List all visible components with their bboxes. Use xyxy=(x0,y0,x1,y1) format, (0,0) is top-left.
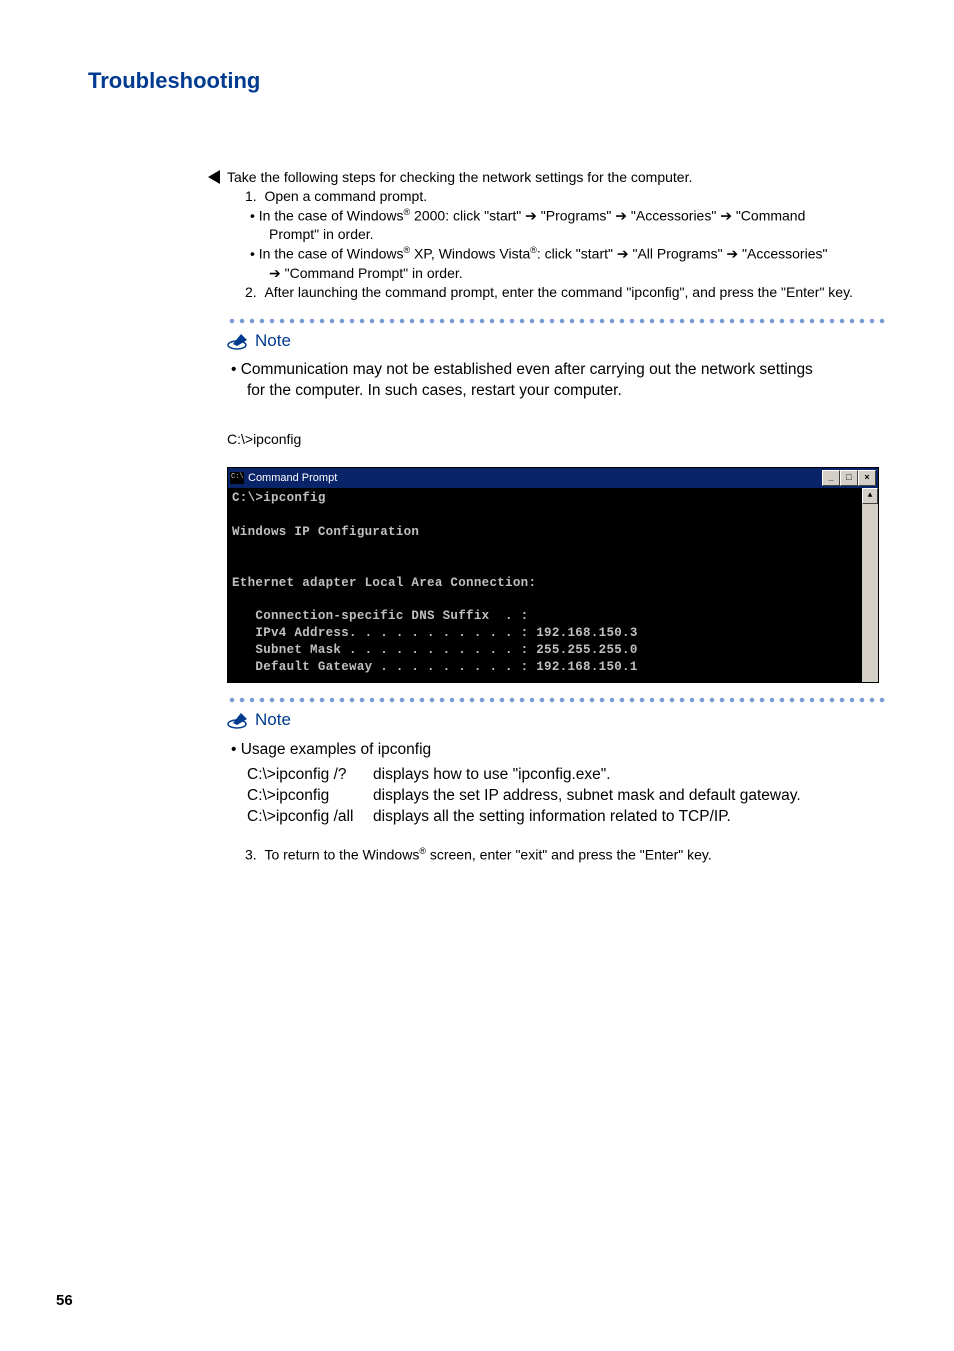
step-1-bullet-1: • In the case of Windows® 2000: click "s… xyxy=(259,206,887,226)
note-header-2: Note xyxy=(227,709,887,732)
intro-text: Take the following steps for checking th… xyxy=(227,168,887,187)
step-1-bullet-2: • In the case of Windows® XP, Windows Vi… xyxy=(259,244,887,264)
step-1-bullet-1-cont: Prompt" in order. xyxy=(269,225,887,244)
step-3-text-a: To return to the Windows xyxy=(264,847,419,863)
reg-mark: ® xyxy=(530,245,537,255)
page-title: Troubleshooting xyxy=(88,68,260,94)
cmd-title-text: Command Prompt xyxy=(248,471,822,486)
scroll-up-button[interactable]: ▲ xyxy=(862,488,878,504)
b2b: XP, Windows Vista xyxy=(410,246,530,262)
usage-cmd: C:\>ipconfig /? xyxy=(247,765,373,786)
step-3-text-b: screen, enter "exit" and press the "Ente… xyxy=(426,847,712,863)
divider xyxy=(227,318,887,324)
cmd-scrollbar[interactable]: ▲ xyxy=(862,488,878,682)
b1a: • In the case of Windows xyxy=(250,207,404,223)
close-button[interactable]: × xyxy=(858,470,876,486)
divider xyxy=(227,697,887,703)
usage-desc: displays how to use "ipconfig.exe". xyxy=(373,765,611,786)
cmd-example-label: C:\>ipconfig xyxy=(227,430,887,449)
note-1-body: • Communication may not be established e… xyxy=(231,360,887,402)
cmd-titlebar: Command Prompt _ □ × xyxy=(228,468,878,488)
note-header-1: Note xyxy=(227,330,887,353)
usage-row: C:\>ipconfig /? displays how to use "ipc… xyxy=(247,765,887,786)
step-2-text: After launching the command prompt, ente… xyxy=(264,284,852,300)
usage-row: C:\>ipconfig /all displays all the setti… xyxy=(247,807,887,828)
reg-mark: ® xyxy=(419,846,426,856)
step-1-text: Open a command prompt. xyxy=(264,188,427,204)
step-1-bullet-2-cont: ➔ "Command Prompt" in order. xyxy=(269,264,887,283)
step-3: 3. To return to the Windows® screen, ent… xyxy=(245,845,887,865)
page-number: 56 xyxy=(56,1292,73,1309)
usage-desc: displays all the setting information rel… xyxy=(373,807,731,828)
note-2-body: • Usage examples of ipconfig C:\>ipconfi… xyxy=(231,740,887,828)
step-1: 1. Open a command prompt. xyxy=(245,187,887,206)
b1b: 2000: click "start" ➔ "Programs" ➔ "Acce… xyxy=(410,207,805,223)
note-label: Note xyxy=(255,709,291,732)
step-1-num: 1. xyxy=(245,188,257,204)
usage-head: • Usage examples of ipconfig xyxy=(231,740,887,761)
step-3-num: 3. xyxy=(245,847,257,863)
b2a: • In the case of Windows xyxy=(250,246,404,262)
note-pencil-icon xyxy=(227,711,251,729)
step-2: 2. After launching the command prompt, e… xyxy=(245,283,887,302)
usage-row: C:\>ipconfig displays the set IP address… xyxy=(247,786,887,807)
maximize-button[interactable]: □ xyxy=(840,470,858,486)
usage-cmd: C:\>ipconfig xyxy=(247,786,373,807)
usage-cmd: C:\>ipconfig /all xyxy=(247,807,373,828)
command-prompt-window: Command Prompt _ □ × C:\>ipconfig Window… xyxy=(227,467,879,683)
note-1-line-2: for the computer. In such cases, restart… xyxy=(247,381,887,402)
note-pencil-icon xyxy=(227,332,251,350)
note-1-line-1: • Communication may not be established e… xyxy=(231,360,887,381)
minimize-button[interactable]: _ xyxy=(822,470,840,486)
b2c: : click "start" ➔ "All Programs" ➔ "Acce… xyxy=(537,246,828,262)
content-body: Take the following steps for checking th… xyxy=(227,168,887,865)
cmd-title-icon xyxy=(230,472,244,484)
step-2-num: 2. xyxy=(245,284,257,300)
note-label: Note xyxy=(255,330,291,353)
usage-desc: displays the set IP address, subnet mask… xyxy=(373,786,801,807)
back-triangle-icon xyxy=(208,170,220,184)
usage-table: C:\>ipconfig /? displays how to use "ipc… xyxy=(247,765,887,828)
cmd-output: C:\>ipconfig Windows IP Configuration Et… xyxy=(228,488,862,682)
